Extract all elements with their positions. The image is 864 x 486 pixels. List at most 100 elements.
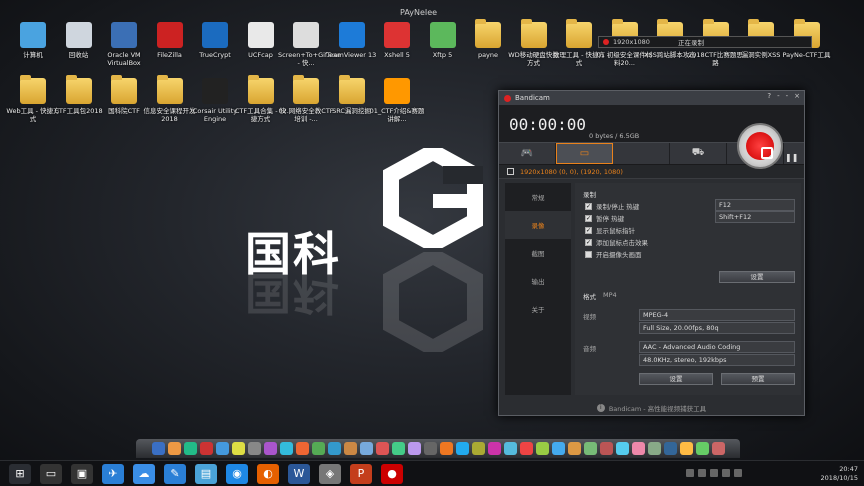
dock-app-icon[interactable] [343, 442, 357, 455]
dock-app-icon[interactable] [263, 442, 277, 455]
record-option-label: 显示鼠标指针 [596, 227, 635, 235]
tray-icon[interactable] [698, 469, 706, 477]
mode-tab[interactable]: ▭ [556, 143, 613, 164]
settings-panel: 录制 ✓ 录制/停止 热键 F12 ✓ 暂停 热键 Shift+F12 ✓ 显示鼠标指针 ✓ 添加… [575, 183, 801, 395]
format-settings-button[interactable]: 设置 [639, 373, 713, 385]
bandicam-titlebar[interactable]: Bandicam ? - - × [499, 91, 804, 105]
record-settings-button[interactable]: 设置 [719, 271, 795, 283]
dock-app-icon[interactable] [247, 442, 261, 455]
record-option-checkbox[interactable]: ✓ 暂停 热键 [585, 213, 624, 223]
record-option-checkbox[interactable]: ✓ 录制/停止 热键 [585, 201, 639, 211]
dock-app-icon[interactable] [487, 442, 501, 455]
mixer-icon[interactable]: ◈ [319, 463, 341, 484]
dock-app-icon[interactable] [279, 442, 293, 455]
tray-icon[interactable] [722, 469, 730, 477]
start-icon[interactable]: ⊞ [9, 463, 31, 484]
record-option-checkbox[interactable]: ✓ 显示鼠标指针 [585, 225, 635, 235]
dock-app-icon[interactable] [295, 442, 309, 455]
dock-app-icon[interactable] [551, 442, 565, 455]
dock-app-icon[interactable] [375, 442, 389, 455]
dock-app-icon[interactable] [583, 442, 597, 455]
mode-tab[interactable]: 🎮 [499, 143, 556, 164]
dock-app-icon[interactable] [503, 442, 517, 455]
dock-app-icon[interactable] [535, 442, 549, 455]
dock-app-icon[interactable] [567, 442, 581, 455]
sidebar-item[interactable]: 录像 [505, 211, 571, 239]
taskbar: ⊞ ▭ ▣ ✈ ☁ ✎ ▤ ◉ ◐ W ◈ P ● 20:47 2018/10/15 [0, 460, 864, 486]
capture-region-text: 1920x1080 (0, 0), (1920, 1080) [520, 167, 623, 176]
dock-app-icon[interactable] [167, 442, 181, 455]
dock-app-icon[interactable] [359, 442, 373, 455]
monitor-icon[interactable]: ▣ [71, 463, 93, 484]
word-icon[interactable]: W [288, 463, 310, 484]
dock-app-icon[interactable] [391, 442, 405, 455]
dock-app-icon[interactable] [151, 442, 165, 455]
g-hex-logo [383, 148, 483, 248]
dock-app-icon[interactable] [599, 442, 613, 455]
bandicam-footer: i Bandicam - 高性能视频捕获工具 [499, 401, 804, 415]
record-button[interactable] [737, 123, 783, 169]
qq-icon[interactable]: ✈ [102, 463, 124, 484]
dock-app-icon[interactable] [327, 442, 341, 455]
pen-icon[interactable]: ✎ [164, 463, 186, 484]
dock-app-icon[interactable] [615, 442, 629, 455]
pause-button[interactable]: ❚❚ [785, 153, 798, 162]
preset-button[interactable]: 预置 [721, 373, 795, 385]
firefox-icon[interactable]: ◐ [257, 463, 279, 484]
audio-detail-field: 48.0KHz, stereo, 192kbps [639, 354, 795, 366]
restore-icon[interactable]: - [786, 92, 789, 100]
record-option-checkbox[interactable]: ✓ 添加鼠标点击效果 [585, 237, 648, 247]
file-icon[interactable]: ▤ [195, 463, 217, 484]
mode-tab[interactable]: ⛟ [670, 143, 727, 164]
dock-app-icon[interactable] [647, 442, 661, 455]
sidebar-item[interactable]: 常规 [505, 183, 571, 211]
minimize-icon[interactable]: - [777, 92, 780, 100]
dock-app-icon[interactable] [679, 442, 693, 455]
powerpoint-icon[interactable]: P [350, 463, 372, 484]
dock-app-icon[interactable] [455, 442, 469, 455]
screen-icon: ▭ [579, 148, 590, 159]
clock[interactable]: 20:47 2018/10/15 [821, 465, 858, 483]
dock-app-icon[interactable] [663, 442, 677, 455]
tray-icon[interactable] [686, 469, 694, 477]
dock-app-icon[interactable] [471, 442, 485, 455]
folder-icon [247, 75, 274, 104]
audio-label: 音频 [583, 345, 596, 353]
audio-codec-field: AAC - Advanced Audio Coding [639, 341, 795, 353]
baidu-cloud-icon[interactable]: ☁ [133, 463, 155, 484]
recording-status: 正在录制 [677, 39, 704, 47]
record-option-label: 暂停 热键 [596, 215, 625, 223]
mode-tab[interactable] [613, 143, 670, 164]
dock-app-icon[interactable] [423, 442, 437, 455]
screentogif-icon [293, 22, 319, 48]
dock-app-icon[interactable] [183, 442, 197, 455]
hotkey-field[interactable]: Shift+F12 [715, 211, 795, 223]
record-option-checkbox[interactable]: 开启摄像头画面 [585, 249, 642, 259]
recording-bar[interactable]: 1920x1080 正在录制 [598, 36, 812, 48]
dock-app-icon[interactable] [631, 442, 645, 455]
help-icon[interactable]: ? [767, 92, 771, 100]
qq-browser-icon[interactable]: ◉ [226, 463, 248, 484]
dock-app-icon[interactable] [695, 442, 709, 455]
dock-app-icon[interactable] [519, 442, 533, 455]
close-icon[interactable]: × [794, 92, 800, 100]
dock-app-icon[interactable] [231, 442, 245, 455]
sidebar-item[interactable]: 截图 [505, 239, 571, 267]
recording-resolution: 1920x1080 [613, 38, 650, 46]
doc-icon [384, 78, 410, 104]
dock-app-icon[interactable] [439, 442, 453, 455]
dock-app-icon[interactable] [215, 442, 229, 455]
desktop-icon[interactable]: 01_CTF介绍&赛题讲解... [369, 78, 425, 123]
tray-icon[interactable] [710, 469, 718, 477]
dock-app-icon[interactable] [407, 442, 421, 455]
terminal-icon[interactable]: ▭ [40, 463, 62, 484]
dock-app-icon[interactable] [711, 442, 725, 455]
dock-app-icon[interactable] [199, 442, 213, 455]
desktop-folder-label: PAyNeIee [400, 8, 438, 17]
dock-app-icon[interactable] [311, 442, 325, 455]
tray-icon[interactable] [734, 469, 742, 477]
sidebar-item[interactable]: 关于 [505, 295, 571, 323]
hotkey-field[interactable]: F12 [715, 199, 795, 211]
bandicam-icon[interactable]: ● [381, 463, 403, 484]
sidebar-item[interactable]: 输出 [505, 267, 571, 295]
